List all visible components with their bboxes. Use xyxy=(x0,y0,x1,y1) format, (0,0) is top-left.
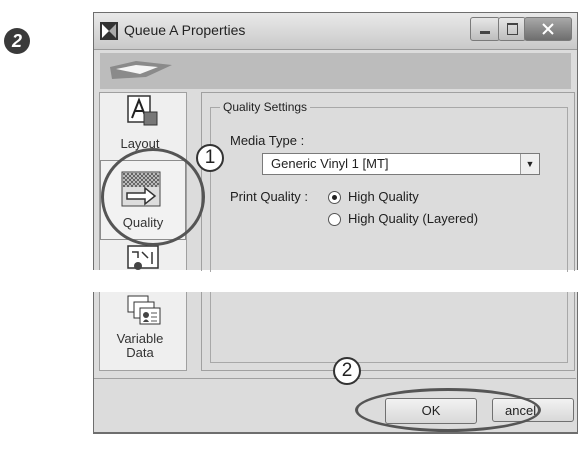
maximize-icon xyxy=(507,23,518,35)
close-icon xyxy=(542,23,554,35)
radio-selected-dot xyxy=(332,195,337,200)
callout-one: 1 xyxy=(196,144,224,172)
screenshot-gap xyxy=(0,270,582,292)
layout-icon xyxy=(127,95,158,126)
settings-panel-lower xyxy=(201,292,575,371)
radio-high-quality[interactable]: High Quality xyxy=(328,189,508,207)
cut-icon xyxy=(127,245,159,270)
sidebar-item-variable-data[interactable]: Variable Data xyxy=(106,294,186,364)
quality-highlight-ring xyxy=(101,148,205,246)
media-type-value: Generic Vinyl 1 [MT] xyxy=(271,156,389,171)
header-banner xyxy=(100,53,571,89)
title-bar[interactable]: Queue A Properties xyxy=(94,13,577,50)
group-title: Quality Settings xyxy=(220,100,311,114)
minimize-icon xyxy=(480,31,490,34)
window-title: Queue A Properties xyxy=(124,22,246,38)
chevron-down-icon: ▼ xyxy=(525,159,535,169)
app-icon xyxy=(100,22,118,40)
dropdown-button[interactable]: ▼ xyxy=(520,154,539,174)
minimize-button[interactable] xyxy=(470,17,500,41)
ok-highlight-ring xyxy=(355,388,541,432)
settings-panel: Quality Settings Media Type : Generic Vi… xyxy=(201,92,575,272)
radio-label: High Quality xyxy=(348,189,419,204)
step-number-badge: 2 xyxy=(4,28,30,54)
media-type-dropdown[interactable]: Generic Vinyl 1 [MT] ▼ xyxy=(262,153,540,175)
quality-settings-group-lower xyxy=(210,292,568,363)
callout-two: 2 xyxy=(333,357,361,385)
radio-high-quality-layered[interactable]: High Quality (Layered) xyxy=(328,211,528,229)
sidebar-item-label: Variable Data xyxy=(116,331,164,360)
banner-logo-icon xyxy=(110,61,172,79)
sidebar-item-layout[interactable]: Layout xyxy=(106,92,186,152)
close-button[interactable] xyxy=(524,17,572,41)
maximize-button[interactable] xyxy=(498,17,526,41)
radio-button[interactable] xyxy=(328,191,341,204)
radio-button[interactable] xyxy=(328,213,341,226)
media-type-label: Media Type : xyxy=(230,133,305,148)
radio-label: High Quality (Layered) xyxy=(348,211,479,226)
print-quality-label: Print Quality : xyxy=(230,189,309,204)
variable-data-icon xyxy=(127,295,161,325)
